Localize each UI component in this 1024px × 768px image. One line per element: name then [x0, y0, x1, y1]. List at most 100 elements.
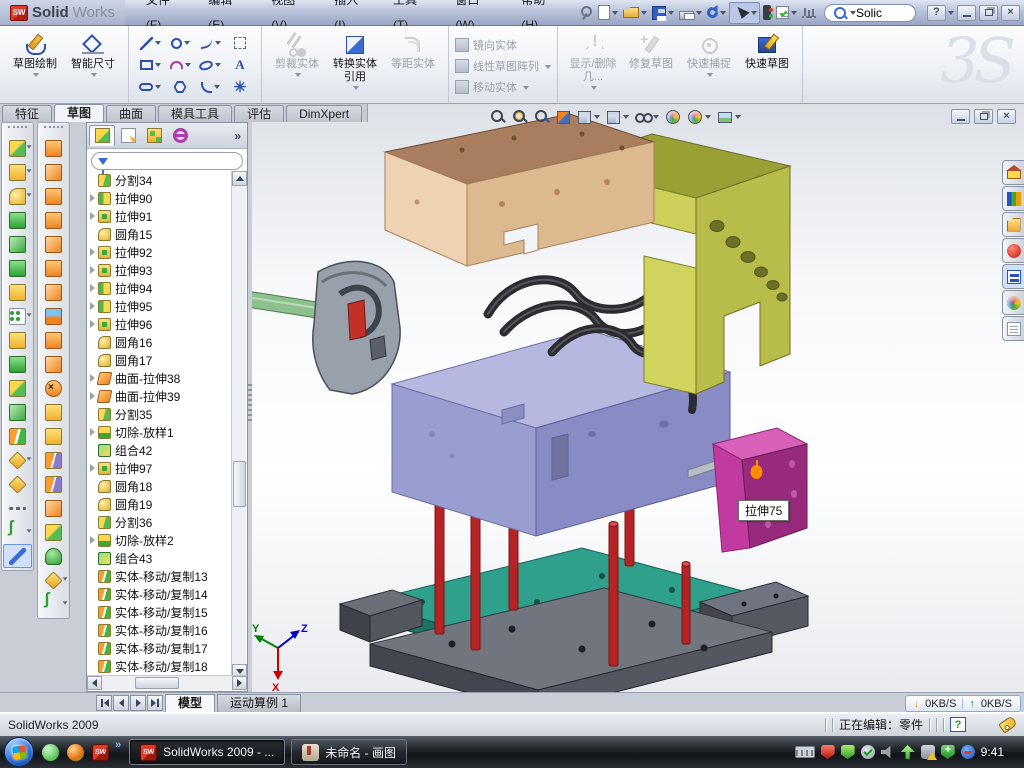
scroll-right-button[interactable]	[232, 676, 247, 690]
appearances-tab[interactable]	[1002, 290, 1024, 315]
text-button[interactable]: A	[225, 54, 255, 76]
graphics-viewport[interactable]: Y Z X × 拉伸75	[252, 104, 1024, 692]
shield-plus-tray-icon[interactable]	[941, 745, 955, 759]
polygon-button[interactable]	[165, 76, 195, 98]
toolbox-tab[interactable]	[1002, 238, 1024, 263]
column2-tool-20-button[interactable]	[39, 592, 68, 616]
save-button[interactable]	[650, 2, 676, 24]
zoom-fit-button[interactable]	[488, 107, 508, 128]
shield-red-tray-icon[interactable]	[821, 745, 835, 759]
tree-item[interactable]: 实体-移动/复制13	[87, 567, 231, 585]
tag-icon[interactable]	[998, 715, 1017, 733]
tab-评估[interactable]: 评估	[234, 105, 284, 122]
column1-tool-4-button[interactable]	[3, 208, 32, 232]
view-settings-button[interactable]	[715, 107, 743, 128]
spline-button[interactable]	[195, 32, 225, 54]
select-cursor-button[interactable]	[729, 2, 760, 24]
sketch-button[interactable]: 草图绘制	[6, 30, 64, 98]
tab-模具工具[interactable]: 模具工具	[158, 105, 232, 122]
edit-appearance-button[interactable]	[663, 107, 683, 128]
expand-arrow-icon[interactable]	[90, 266, 95, 274]
sketch-fillet-button[interactable]	[195, 76, 225, 98]
column2-tool-7-button[interactable]	[39, 280, 68, 304]
start-button[interactable]	[4, 737, 34, 767]
expand-arrow-icon[interactable]	[90, 374, 95, 382]
hide-show-items-button[interactable]	[633, 107, 661, 128]
tree-item[interactable]: 实体-移动/复制16	[87, 621, 231, 639]
toolbar-grip[interactable]	[8, 126, 27, 133]
messenger-quick-launch-button[interactable]	[42, 744, 59, 761]
column1-tool-5-button[interactable]	[3, 232, 32, 256]
tree-item[interactable]: 拉伸94	[87, 279, 231, 297]
resources-tab[interactable]	[1002, 160, 1024, 185]
expand-arrow-icon[interactable]	[90, 302, 95, 310]
column1-tool-12-button[interactable]	[3, 400, 32, 424]
doc-close-button[interactable]: ×	[997, 109, 1016, 124]
featuremanager-tab[interactable]	[89, 125, 115, 146]
keyboard-layout-icon[interactable]	[795, 746, 815, 758]
tree-item[interactable]: 切除-放样2	[87, 531, 231, 549]
column1-tool-1-button[interactable]	[3, 136, 32, 160]
rebuild-button[interactable]	[761, 2, 773, 24]
slot-button[interactable]	[135, 76, 165, 98]
print-button[interactable]	[677, 2, 704, 24]
apply-scene-button[interactable]	[685, 107, 713, 128]
tree-item[interactable]: 实体-移动/复制18	[87, 657, 231, 675]
power-green-tray-icon[interactable]	[901, 745, 915, 759]
column2-tool-16-button[interactable]	[39, 496, 68, 520]
ellipse-button[interactable]	[195, 54, 225, 76]
doc-restore-button[interactable]	[974, 109, 993, 124]
column2-tool-12-button[interactable]	[39, 400, 68, 424]
section-view-button[interactable]	[554, 107, 573, 128]
view-orientation-button[interactable]	[575, 107, 602, 128]
tab-DimXpert[interactable]: DimXpert	[286, 105, 362, 122]
convert-button[interactable]: 转换实体引用	[326, 30, 384, 98]
last-tab-button[interactable]	[147, 695, 163, 711]
column2-tool-15-button[interactable]	[39, 472, 68, 496]
tab-草图[interactable]: 草图	[54, 104, 104, 122]
volume-tray-icon[interactable]	[881, 745, 895, 759]
column1-tool-14-button[interactable]	[3, 448, 32, 472]
column1-tool-6-button[interactable]	[3, 256, 32, 280]
solidworks-quick-launch-button[interactable]: SW	[92, 744, 109, 761]
help-dropdown-icon[interactable]	[948, 11, 954, 15]
scroll-left-button[interactable]	[87, 676, 102, 690]
scroll-thumb[interactable]	[233, 461, 246, 507]
expand-arrow-icon[interactable]	[90, 392, 95, 400]
tree-horizontal-scrollbar[interactable]	[87, 675, 247, 690]
expand-arrow-icon[interactable]	[90, 212, 95, 220]
tree-item[interactable]: 曲面-拉伸39	[87, 387, 231, 405]
doc-tab-模型[interactable]: 模型	[165, 694, 215, 712]
file-explorer-tab[interactable]	[1002, 212, 1024, 237]
column1-tool-15-button[interactable]	[3, 472, 32, 496]
scroll-up-button[interactable]	[232, 171, 247, 186]
dropdown-arrow-icon[interactable]	[594, 115, 600, 119]
select-region-button[interactable]	[225, 32, 255, 54]
doc-minimize-button[interactable]	[951, 109, 970, 124]
configurationmanager-tab[interactable]	[141, 125, 167, 146]
scroll-thumb[interactable]	[135, 677, 179, 689]
help-button[interactable]: ?	[927, 5, 946, 21]
column2-tool-6-button[interactable]	[39, 256, 68, 280]
smart-dimension-button[interactable]: 智能尺寸	[64, 30, 122, 98]
tree-item[interactable]: 分割36	[87, 513, 231, 531]
search-input[interactable]	[856, 6, 908, 20]
voice-button[interactable]	[800, 2, 818, 24]
column1-tool-7-button[interactable]	[3, 280, 32, 304]
tree-item[interactable]: 实体-移动/复制15	[87, 603, 231, 621]
tree-item[interactable]: 圆角17	[87, 351, 231, 369]
search-box[interactable]	[824, 4, 916, 22]
column2-tool-10-button[interactable]	[39, 352, 68, 376]
tree-item[interactable]: 分割35	[87, 405, 231, 423]
expand-arrow-icon[interactable]	[90, 320, 95, 328]
minimize-button[interactable]	[957, 5, 976, 21]
sync-blue-tray-icon[interactable]	[961, 745, 975, 759]
propertymanager-tab[interactable]	[115, 125, 141, 146]
column1-tool-10-button[interactable]	[3, 352, 32, 376]
circle-button[interactable]	[165, 32, 195, 54]
tab-特征[interactable]: 特征	[2, 105, 52, 122]
column2-tool-17-button[interactable]	[39, 520, 68, 544]
design-library-tab[interactable]	[1002, 186, 1024, 211]
column2-tool-4-button[interactable]	[39, 208, 68, 232]
taskbar-button[interactable]: SWSolidWorks 2009 - ...	[129, 739, 285, 765]
